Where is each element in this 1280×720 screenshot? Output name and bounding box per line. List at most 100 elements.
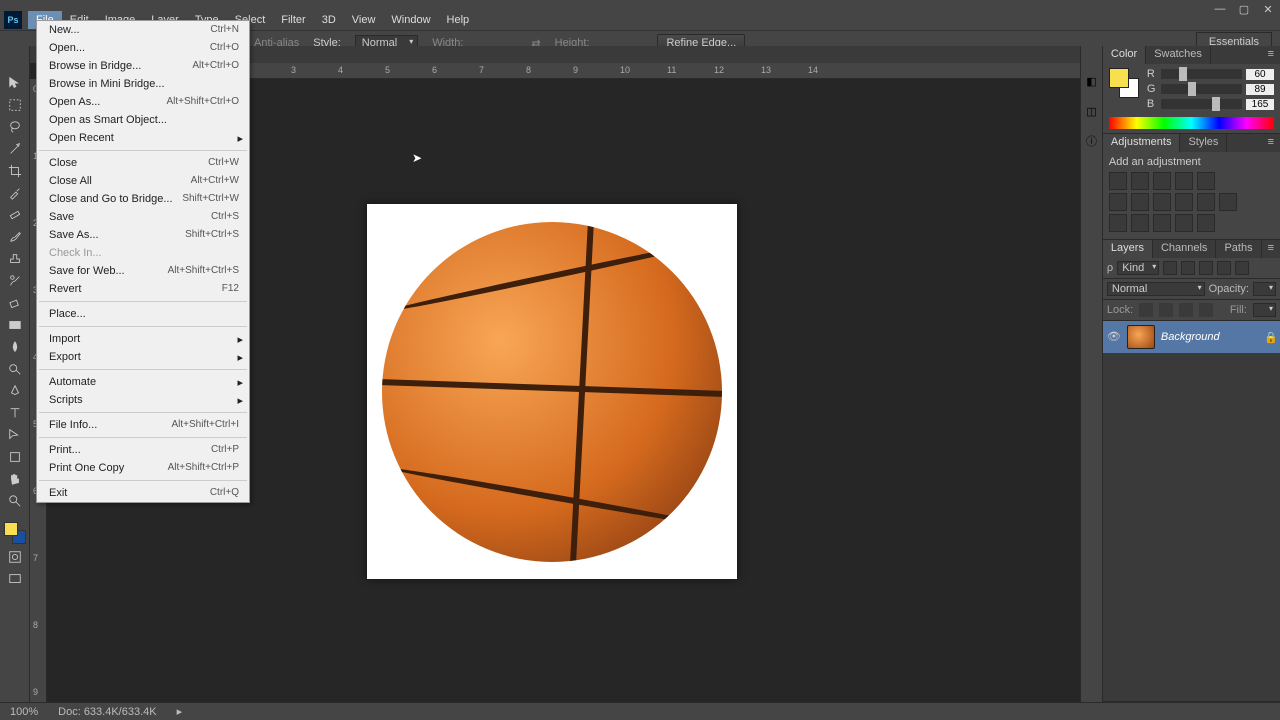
tab-styles[interactable]: Styles xyxy=(1180,134,1227,152)
healing-tool[interactable] xyxy=(4,206,26,224)
kind-select[interactable]: Kind xyxy=(1117,261,1159,275)
layer-thumbnail[interactable] xyxy=(1127,325,1155,349)
tab-color[interactable]: Color xyxy=(1103,46,1146,64)
tab-swatches[interactable]: Swatches xyxy=(1146,46,1211,64)
filter-pixel-icon[interactable] xyxy=(1163,261,1177,275)
type-tool[interactable] xyxy=(4,404,26,422)
menu-window[interactable]: Window xyxy=(383,11,438,29)
blend-mode-select[interactable]: Normal xyxy=(1107,282,1205,296)
menuitem-revert[interactable]: RevertF12 xyxy=(37,280,249,298)
adj-bw-icon[interactable] xyxy=(1153,193,1171,211)
maximize-button[interactable]: ▢ xyxy=(1232,0,1256,18)
b-slider[interactable] xyxy=(1161,99,1242,109)
r-value[interactable]: 60 xyxy=(1246,69,1274,80)
filter-type-icon[interactable] xyxy=(1199,261,1213,275)
menuitem-new[interactable]: New...Ctrl+N xyxy=(37,21,249,39)
history-panel-icon[interactable]: ◧ xyxy=(1082,72,1100,90)
pen-tool[interactable] xyxy=(4,382,26,400)
color-preview[interactable] xyxy=(1109,68,1139,98)
gradient-tool[interactable] xyxy=(4,316,26,334)
lock-transparent-icon[interactable] xyxy=(1139,303,1153,317)
menuitem-open-as[interactable]: Open As...Alt+Shift+Ctrl+O xyxy=(37,93,249,111)
color-ramp[interactable] xyxy=(1109,117,1274,129)
menuitem-save-as[interactable]: Save As...Shift+Ctrl+S xyxy=(37,226,249,244)
quickmask-tool[interactable] xyxy=(4,548,26,566)
brush-tool[interactable] xyxy=(4,228,26,246)
status-arrow-icon[interactable]: ▸ xyxy=(177,705,183,718)
g-value[interactable]: 89 xyxy=(1246,84,1274,95)
adj-lookup-icon[interactable] xyxy=(1219,193,1237,211)
menuitem-close-and-go-to-bridge[interactable]: Close and Go to Bridge...Shift+Ctrl+W xyxy=(37,190,249,208)
adj-threshold-icon[interactable] xyxy=(1153,214,1171,232)
info-panel-icon[interactable]: ⓘ xyxy=(1082,132,1100,150)
history-brush-tool[interactable] xyxy=(4,272,26,290)
adj-colorbalance-icon[interactable] xyxy=(1131,193,1149,211)
canvas-document[interactable] xyxy=(367,204,737,579)
lock-all-icon[interactable] xyxy=(1199,303,1213,317)
lock-position-icon[interactable] xyxy=(1179,303,1193,317)
menuitem-automate[interactable]: Automate▸ xyxy=(37,373,249,391)
menuitem-open-recent[interactable]: Open Recent▸ xyxy=(37,129,249,147)
lock-pixels-icon[interactable] xyxy=(1159,303,1173,317)
marquee-tool[interactable] xyxy=(4,96,26,114)
zoom-level[interactable]: 100% xyxy=(10,706,38,718)
panel-menu-icon[interactable]: ≡ xyxy=(1262,46,1280,64)
filter-adj-icon[interactable] xyxy=(1181,261,1195,275)
menuitem-close-all[interactable]: Close AllAlt+Ctrl+W xyxy=(37,172,249,190)
menuitem-save[interactable]: SaveCtrl+S xyxy=(37,208,249,226)
menuitem-open[interactable]: Open...Ctrl+O xyxy=(37,39,249,57)
visibility-icon[interactable]: 👁 xyxy=(1107,330,1121,344)
file-menu-dropdown[interactable]: New...Ctrl+NOpen...Ctrl+OBrowse in Bridg… xyxy=(36,20,250,503)
menuitem-print-one-copy[interactable]: Print One CopyAlt+Shift+Ctrl+P xyxy=(37,459,249,477)
stamp-tool[interactable] xyxy=(4,250,26,268)
menuitem-open-as-smart-object[interactable]: Open as Smart Object... xyxy=(37,111,249,129)
properties-panel-icon[interactable]: ◫ xyxy=(1082,102,1100,120)
adj-photofilter-icon[interactable] xyxy=(1175,193,1193,211)
menu-3d[interactable]: 3D xyxy=(314,11,344,29)
path-tool[interactable] xyxy=(4,426,26,444)
panel-menu-icon[interactable]: ≡ xyxy=(1262,240,1280,258)
adj-hue-icon[interactable] xyxy=(1109,193,1127,211)
r-slider[interactable] xyxy=(1161,69,1242,79)
menuitem-scripts[interactable]: Scripts▸ xyxy=(37,391,249,409)
wand-tool[interactable] xyxy=(4,140,26,158)
color-swatch[interactable] xyxy=(4,522,26,544)
eraser-tool[interactable] xyxy=(4,294,26,312)
move-tool[interactable] xyxy=(4,74,26,92)
b-value[interactable]: 165 xyxy=(1246,99,1274,110)
eyedropper-tool[interactable] xyxy=(4,184,26,202)
menuitem-browse-in-mini-bridge[interactable]: Browse in Mini Bridge... xyxy=(37,75,249,93)
adj-vibrance-icon[interactable] xyxy=(1197,172,1215,190)
tab-layers[interactable]: Layers xyxy=(1103,240,1153,258)
menuitem-close[interactable]: CloseCtrl+W xyxy=(37,154,249,172)
close-window-button[interactable]: ✕ xyxy=(1256,0,1280,18)
adj-invert-icon[interactable] xyxy=(1109,214,1127,232)
screenmode-tool[interactable] xyxy=(4,570,26,588)
blur-tool[interactable] xyxy=(4,338,26,356)
adj-gradientmap-icon[interactable] xyxy=(1175,214,1193,232)
opacity-select[interactable] xyxy=(1253,282,1276,296)
adj-levels-icon[interactable] xyxy=(1131,172,1149,190)
adj-brightness-icon[interactable] xyxy=(1109,172,1127,190)
menuitem-exit[interactable]: ExitCtrl+Q xyxy=(37,484,249,502)
hand-tool[interactable] xyxy=(4,470,26,488)
adj-curves-icon[interactable] xyxy=(1153,172,1171,190)
menuitem-place[interactable]: Place... xyxy=(37,305,249,323)
layer-row[interactable]: 👁 Background 🔒 xyxy=(1103,321,1280,353)
fill-select[interactable] xyxy=(1253,303,1276,317)
menuitem-file-info[interactable]: File Info...Alt+Shift+Ctrl+I xyxy=(37,416,249,434)
menuitem-export[interactable]: Export▸ xyxy=(37,348,249,366)
menuitem-print[interactable]: Print...Ctrl+P xyxy=(37,441,249,459)
lasso-tool[interactable] xyxy=(4,118,26,136)
menu-filter[interactable]: Filter xyxy=(273,11,313,29)
menu-help[interactable]: Help xyxy=(439,11,478,29)
filter-shape-icon[interactable] xyxy=(1217,261,1231,275)
menuitem-save-for-web[interactable]: Save for Web...Alt+Shift+Ctrl+S xyxy=(37,262,249,280)
adj-posterize-icon[interactable] xyxy=(1131,214,1149,232)
tab-channels[interactable]: Channels xyxy=(1153,240,1216,258)
menuitem-import[interactable]: Import▸ xyxy=(37,330,249,348)
tab-adjustments[interactable]: Adjustments xyxy=(1103,134,1181,152)
zoom-tool[interactable] xyxy=(4,492,26,510)
shape-tool[interactable] xyxy=(4,448,26,466)
crop-tool[interactable] xyxy=(4,162,26,180)
